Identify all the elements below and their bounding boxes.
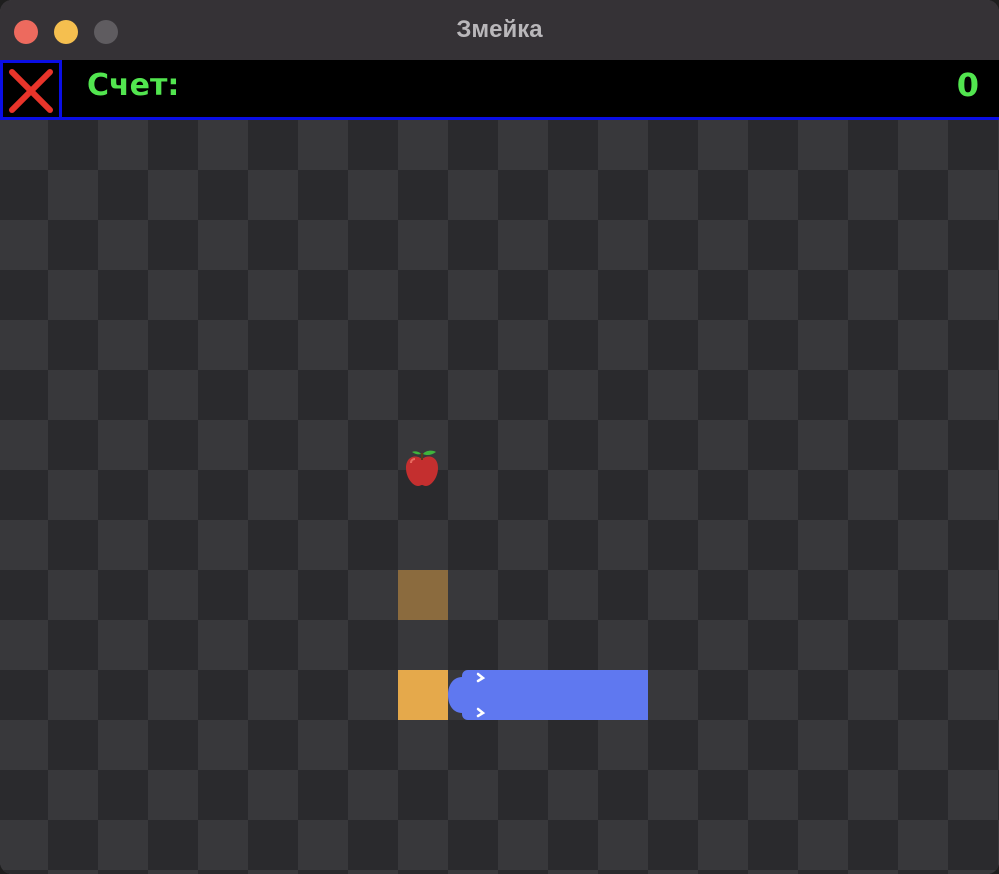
snake-body xyxy=(489,670,648,720)
snake-tail xyxy=(398,670,448,720)
quit-button[interactable] xyxy=(0,60,62,117)
game-board[interactable] xyxy=(0,120,999,874)
score-value: 0 xyxy=(956,66,979,104)
window-title: Змейка xyxy=(456,16,543,43)
title-bar: Змейка xyxy=(0,0,999,61)
score-bar: Счет: 0 xyxy=(0,60,999,120)
snake-head xyxy=(448,670,492,720)
score-label: Счет: xyxy=(87,68,180,103)
close-x-icon xyxy=(9,69,53,113)
apple-icon xyxy=(406,450,438,486)
snake-tail-ghost xyxy=(398,570,448,620)
game-window: Змейка Счет: 0 xyxy=(0,0,999,874)
